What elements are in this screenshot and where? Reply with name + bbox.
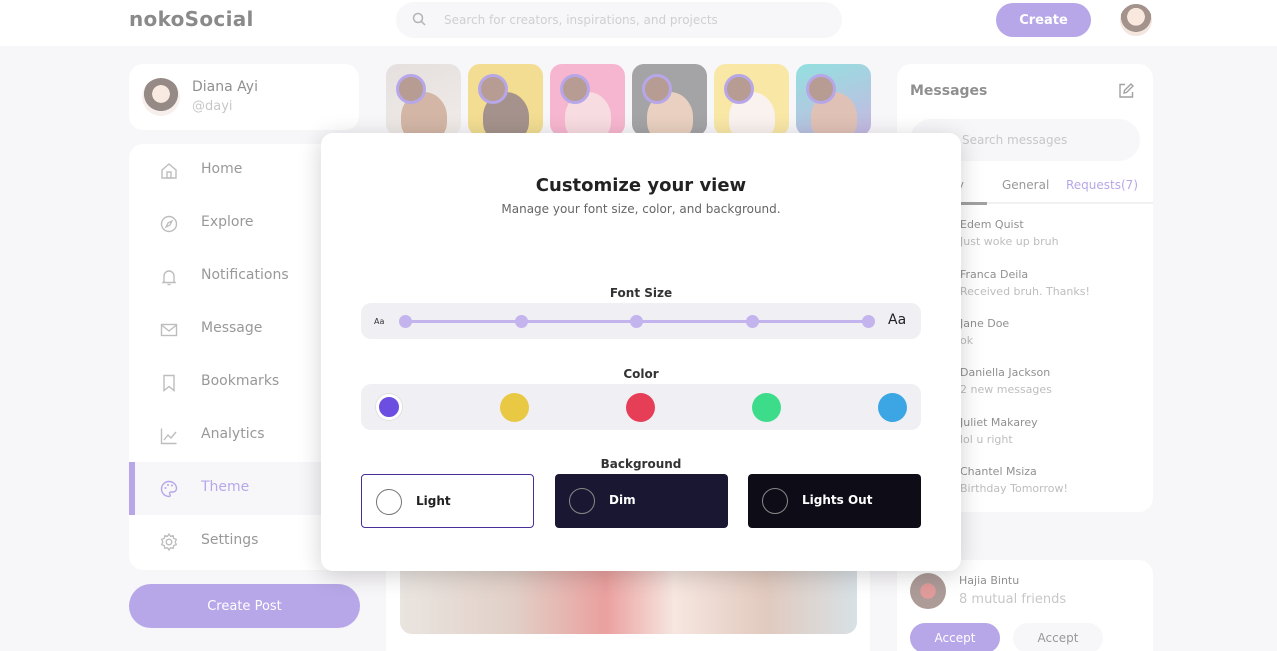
- background-option-dim[interactable]: Dim: [555, 474, 728, 528]
- radio-button[interactable]: [376, 489, 402, 515]
- color-panel: [361, 384, 921, 430]
- background-option-label: Dim: [609, 493, 636, 507]
- radio-button[interactable]: [569, 488, 595, 514]
- font-size-panel: Aa Aa: [361, 303, 921, 339]
- color-option-purple[interactable]: [376, 394, 402, 420]
- font-size-option[interactable]: [515, 315, 528, 328]
- color-option-green[interactable]: [752, 393, 781, 422]
- font-size-large: Aa: [888, 312, 907, 328]
- font-size-small: Aa: [374, 317, 385, 326]
- font-size-option[interactable]: [862, 315, 875, 328]
- font-size-option[interactable]: [746, 315, 759, 328]
- font-size-option[interactable]: [630, 315, 643, 328]
- modal-subtitle: Manage your font size, color, and backgr…: [501, 202, 781, 216]
- color-option-blue[interactable]: [878, 393, 907, 422]
- radio-button[interactable]: [762, 488, 788, 514]
- color-option-red[interactable]: [626, 393, 655, 422]
- font-size-option[interactable]: [399, 315, 412, 328]
- background-option-label: Light: [416, 494, 451, 508]
- modal-title: Customize your view: [535, 175, 747, 196]
- background-option-light[interactable]: Light: [361, 474, 534, 528]
- background-option-lights-out[interactable]: Lights Out: [748, 474, 921, 528]
- background-label: Background: [600, 457, 682, 471]
- customize-theme-modal: Customize your view Manage your font siz…: [321, 133, 961, 571]
- font-size-label: Font Size: [609, 286, 673, 300]
- color-option-yellow[interactable]: [500, 393, 529, 422]
- background-option-label: Lights Out: [802, 493, 873, 507]
- color-label: Color: [623, 367, 659, 381]
